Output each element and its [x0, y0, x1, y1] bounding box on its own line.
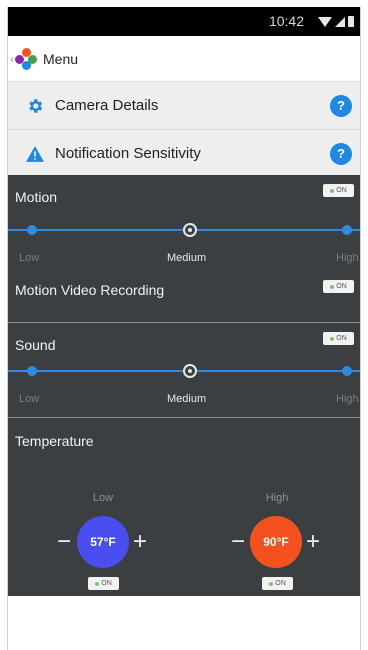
slider-high-stop[interactable]: [342, 366, 352, 376]
slider-low-stop[interactable]: [27, 225, 37, 235]
increase-low-temp-button[interactable]: +: [133, 530, 147, 554]
status-icons: [318, 16, 354, 27]
slider-high-stop[interactable]: [342, 225, 352, 235]
decrease-high-temp-button[interactable]: −: [231, 530, 245, 554]
camera-details-row[interactable]: Camera Details ?: [8, 82, 360, 130]
temperature-high-label: High: [265, 492, 289, 504]
motion-video-recording-toggle-label: ON: [336, 283, 347, 290]
motion-medium-label: Medium: [167, 252, 207, 264]
temperature-low-label: Low: [92, 492, 114, 504]
decrease-low-temp-button[interactable]: −: [57, 530, 71, 554]
temperature-low-toggle[interactable]: ON: [88, 577, 119, 590]
motion-video-recording-title: Motion Video Recording: [15, 282, 165, 298]
signal-icon: [335, 16, 345, 27]
toggle-on-indicator: [330, 188, 335, 193]
sound-medium-label: Medium: [167, 393, 207, 405]
temperature-high-value: 90°F: [250, 516, 302, 568]
chevron-left-icon: ‹: [10, 51, 14, 66]
motion-low-label: Low: [19, 252, 40, 264]
app-screen: 10:42 ‹ Menu Camera Details ? Notificati…: [7, 7, 361, 650]
motion-title: Motion: [15, 189, 58, 205]
motion-toggle[interactable]: ON: [323, 184, 354, 197]
warning-icon: [24, 145, 46, 162]
sound-high-label: High: [336, 393, 359, 405]
sound-title: Sound: [15, 337, 56, 353]
sound-toggle[interactable]: ON: [323, 332, 354, 345]
camera-details-help-icon[interactable]: ?: [330, 95, 352, 117]
sensitivity-panel: Motion ON Low Medium High Motion Video R…: [8, 175, 360, 596]
notification-sensitivity-help-icon[interactable]: ?: [330, 143, 352, 165]
status-time: 10:42: [268, 13, 304, 29]
temperature-high-toggle-label: ON: [275, 580, 286, 587]
divider: [8, 417, 360, 418]
camera-details-label: Camera Details: [55, 97, 159, 114]
motion-slider[interactable]: [8, 220, 360, 240]
toggle-on-indicator: [95, 581, 100, 586]
sound-slider[interactable]: [8, 361, 360, 381]
sound-toggle-label: ON: [336, 335, 347, 342]
notification-sensitivity-row[interactable]: Notification Sensitivity ?: [8, 130, 360, 178]
wifi-icon: [318, 16, 332, 27]
battery-icon: [348, 16, 354, 27]
menu-button[interactable]: ‹ Menu: [8, 36, 360, 82]
toggle-on-indicator: [330, 284, 335, 289]
status-bar: 10:42: [8, 7, 360, 36]
toggle-on-indicator: [330, 336, 335, 341]
divider: [8, 322, 360, 323]
slider-low-stop[interactable]: [27, 366, 37, 376]
sound-low-label: Low: [19, 393, 40, 405]
app-logo-icon: [15, 47, 37, 70]
motion-high-label: High: [336, 252, 359, 264]
temperature-high-toggle[interactable]: ON: [262, 577, 293, 590]
notification-sensitivity-label: Notification Sensitivity: [55, 145, 201, 162]
increase-high-temp-button[interactable]: +: [306, 530, 320, 554]
slider-thumb[interactable]: [183, 364, 197, 378]
gear-icon: [24, 97, 46, 115]
toggle-on-indicator: [269, 581, 274, 586]
motion-video-recording-toggle[interactable]: ON: [323, 280, 354, 293]
temperature-low-toggle-label: ON: [101, 580, 112, 587]
slider-thumb[interactable]: [183, 223, 197, 237]
bottom-blank-area: [8, 596, 360, 650]
menu-label: Menu: [43, 50, 79, 67]
temperature-title: Temperature: [15, 433, 94, 449]
motion-toggle-label: ON: [336, 187, 347, 194]
temperature-low-value: 57°F: [77, 516, 129, 568]
